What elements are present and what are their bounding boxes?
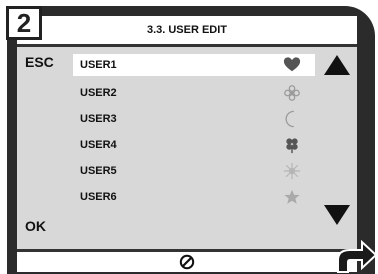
flower-icon [284,85,300,101]
user-label: USER1 [80,59,117,71]
arrow-up-icon[interactable] [323,54,351,76]
user-label: USER4 [80,139,117,151]
user-label: USER2 [80,87,117,99]
header-divider [17,44,357,47]
screen: 3.3. USER EDIT ESC USER1 USER2 USER3 USE… [17,16,357,272]
star-icon [284,189,300,204]
list-item-user1[interactable]: USER1 [73,54,315,76]
list-item-user4[interactable]: USER4 [73,134,315,156]
ok-button[interactable]: OK [25,218,46,234]
list-item-user5[interactable]: USER5 [73,160,315,182]
header-bar: 3.3. USER EDIT [17,16,357,44]
esc-button[interactable]: ESC [25,54,54,70]
footer-bar [17,252,357,272]
moon-icon [285,110,294,128]
sun-icon [283,162,301,180]
list-item-user6[interactable]: USER6 [73,186,315,208]
clover-icon [286,138,298,154]
no-entry-icon[interactable] [179,254,195,270]
list-item-user3[interactable]: USER3 [73,108,315,130]
user-label: USER5 [80,165,117,177]
user-label: USER3 [80,113,117,125]
step-number: 2 [6,6,42,40]
arrow-down-icon[interactable] [323,204,351,226]
heart-icon [283,57,301,72]
list-item-user2[interactable]: USER2 [73,82,315,104]
page-title: 3.3. USER EDIT [146,24,228,36]
corner-arrow-icon [337,239,378,273]
user-label: USER6 [80,191,117,203]
